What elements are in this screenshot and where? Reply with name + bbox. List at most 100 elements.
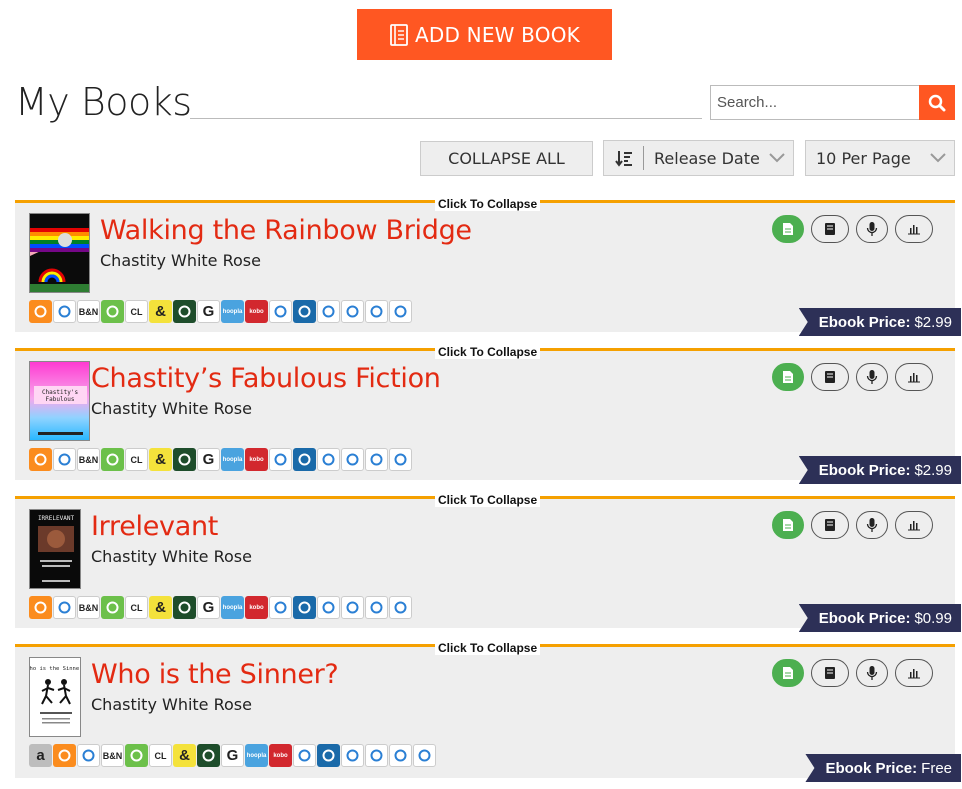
google-play-icon[interactable]: G xyxy=(197,448,220,471)
ebook-button[interactable] xyxy=(772,659,804,687)
apple-books-icon[interactable] xyxy=(29,300,52,323)
cl-icon[interactable]: CL xyxy=(125,300,148,323)
sunrise-icon[interactable] xyxy=(197,744,220,767)
barnes-noble-icon[interactable]: B&N xyxy=(77,448,100,471)
audiobook-button[interactable] xyxy=(856,511,888,539)
search-button[interactable] xyxy=(919,85,955,120)
hand-cart-icon[interactable] xyxy=(341,300,364,323)
book-cover[interactable]: Chastity's Fabulous xyxy=(29,361,90,441)
butterfly-icon[interactable] xyxy=(365,596,388,619)
book-title-link[interactable]: Who is the Sinner? xyxy=(91,659,339,690)
chat-store-icon[interactable] xyxy=(101,300,124,323)
kobo-icon[interactable]: kobo xyxy=(245,300,268,323)
book-cover[interactable]: IRRELEVANT xyxy=(29,509,81,589)
sunrise-icon[interactable] xyxy=(173,300,196,323)
ebook-button[interactable] xyxy=(772,511,804,539)
audiobook-button[interactable] xyxy=(856,659,888,687)
cl-icon[interactable]: CL xyxy=(125,596,148,619)
book-title-link[interactable]: Irrelevant xyxy=(91,511,218,542)
vivlio-icon[interactable] xyxy=(389,596,412,619)
stats-button[interactable] xyxy=(895,511,933,539)
ampersand-icon[interactable]: & xyxy=(149,448,172,471)
kobo-icon[interactable]: kobo xyxy=(269,744,292,767)
ampersand-icon[interactable]: & xyxy=(149,596,172,619)
library-icon[interactable] xyxy=(77,744,100,767)
kobo-icon[interactable]: kobo xyxy=(245,596,268,619)
audiobook-button[interactable] xyxy=(856,363,888,391)
circle-store-icon[interactable] xyxy=(269,596,292,619)
book-title-link[interactable]: Walking the Rainbow Bridge xyxy=(100,215,472,246)
overdrive-icon[interactable] xyxy=(293,300,316,323)
cube-store-icon[interactable] xyxy=(317,300,340,323)
cl-icon[interactable]: CL xyxy=(149,744,172,767)
click-to-collapse[interactable]: Click To Collapse xyxy=(435,345,541,359)
butterfly-icon[interactable] xyxy=(365,300,388,323)
library-icon[interactable] xyxy=(53,596,76,619)
hand-cart-icon[interactable] xyxy=(341,448,364,471)
google-play-icon[interactable]: G xyxy=(221,744,244,767)
kobo-icon[interactable]: kobo xyxy=(245,448,268,471)
collapse-all-button[interactable]: COLLAPSE ALL xyxy=(420,141,593,176)
library-icon[interactable] xyxy=(53,300,76,323)
cl-icon[interactable]: CL xyxy=(125,448,148,471)
stats-button[interactable] xyxy=(895,363,933,391)
vivlio-icon[interactable] xyxy=(389,300,412,323)
cube-store-icon[interactable] xyxy=(317,596,340,619)
chat-store-icon[interactable] xyxy=(125,744,148,767)
google-play-icon[interactable]: G xyxy=(197,300,220,323)
add-new-book-button[interactable]: ADD NEW BOOK xyxy=(357,9,612,60)
google-play-icon[interactable]: G xyxy=(197,596,220,619)
chat-store-icon[interactable] xyxy=(101,448,124,471)
hoopla-icon[interactable]: hoopla xyxy=(221,596,244,619)
stats-button[interactable] xyxy=(895,659,933,687)
library-icon[interactable] xyxy=(53,448,76,471)
book-title-link[interactable]: Chastity’s Fabulous Fiction xyxy=(91,363,441,394)
butterfly-icon[interactable] xyxy=(365,448,388,471)
audiobook-button[interactable] xyxy=(856,215,888,243)
barnes-noble-icon[interactable]: B&N xyxy=(77,596,100,619)
print-book-button[interactable] xyxy=(811,215,849,243)
sort-select[interactable]: Release Date xyxy=(603,140,794,176)
stats-button[interactable] xyxy=(895,215,933,243)
search-input[interactable] xyxy=(710,85,919,120)
ebook-button[interactable] xyxy=(772,363,804,391)
print-book-button[interactable] xyxy=(811,659,849,687)
circle-store-icon[interactable] xyxy=(269,448,292,471)
click-to-collapse[interactable]: Click To Collapse xyxy=(435,197,541,211)
chat-store-icon[interactable] xyxy=(101,596,124,619)
hand-cart-icon[interactable] xyxy=(341,596,364,619)
ebook-button[interactable] xyxy=(772,215,804,243)
sunrise-icon[interactable] xyxy=(173,448,196,471)
overdrive-icon[interactable] xyxy=(317,744,340,767)
circle-store-icon[interactable] xyxy=(293,744,316,767)
ampersand-icon[interactable]: & xyxy=(149,300,172,323)
barnes-noble-icon[interactable]: B&N xyxy=(101,744,124,767)
book-cover[interactable]: Who is the Sinner? xyxy=(29,657,81,737)
per-page-select[interactable]: 10 Per Page xyxy=(805,140,955,176)
vivlio-icon[interactable] xyxy=(413,744,436,767)
cube-store-icon[interactable] xyxy=(317,448,340,471)
sunrise-icon[interactable] xyxy=(173,596,196,619)
click-to-collapse[interactable]: Click To Collapse xyxy=(435,641,541,655)
apple-books-icon[interactable] xyxy=(29,596,52,619)
vivlio-icon[interactable] xyxy=(389,448,412,471)
ampersand-icon[interactable]: & xyxy=(173,744,196,767)
click-to-collapse[interactable]: Click To Collapse xyxy=(435,493,541,507)
hand-cart-icon[interactable] xyxy=(365,744,388,767)
overdrive-icon[interactable] xyxy=(293,448,316,471)
overdrive-icon[interactable] xyxy=(293,596,316,619)
cube-store-icon[interactable] xyxy=(341,744,364,767)
print-book-button[interactable] xyxy=(811,511,849,539)
hoopla-icon[interactable]: hoopla xyxy=(245,744,268,767)
circle-store-icon[interactable] xyxy=(269,300,292,323)
apple-books-icon[interactable] xyxy=(29,448,52,471)
amazon-icon[interactable]: a xyxy=(29,744,52,767)
butterfly-icon[interactable] xyxy=(389,744,412,767)
sort-order-toggle[interactable] xyxy=(604,146,644,170)
book-cover[interactable] xyxy=(29,213,90,293)
apple-books-icon[interactable] xyxy=(53,744,76,767)
print-book-button[interactable] xyxy=(811,363,849,391)
hoopla-icon[interactable]: hoopla xyxy=(221,300,244,323)
hoopla-icon[interactable]: hoopla xyxy=(221,448,244,471)
barnes-noble-icon[interactable]: B&N xyxy=(77,300,100,323)
